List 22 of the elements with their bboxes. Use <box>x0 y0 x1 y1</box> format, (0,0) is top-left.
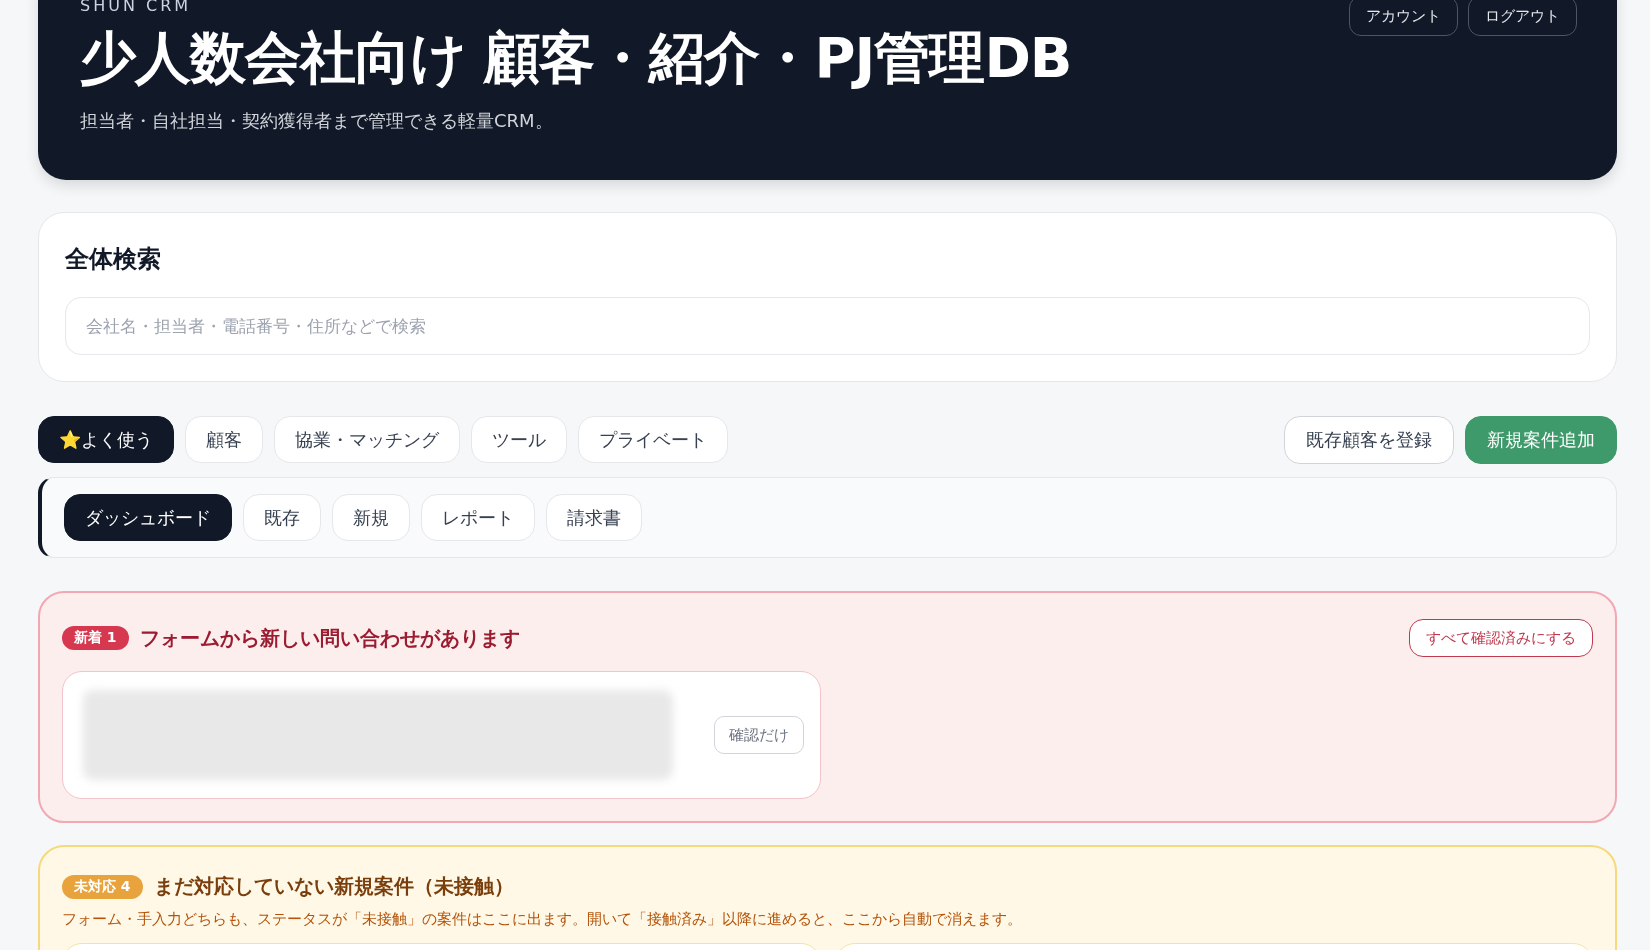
mark-all-read-button[interactable]: すべて確認済みにする <box>1409 619 1593 657</box>
sub-tab[interactable]: 新規 <box>332 494 410 541</box>
category-tab[interactable]: ⭐よく使う <box>38 416 174 463</box>
category-tab[interactable]: 協業・マッチング <box>274 416 460 463</box>
sub-tab[interactable]: 請求書 <box>546 494 642 541</box>
alert-title: まだ対応していない新規案件（未接触） <box>153 873 514 900</box>
page-title: 少人数会社向け 顧客・紹介・PJ管理DB <box>80 24 1072 92</box>
alert-title: フォームから新しい問い合わせがあります <box>139 624 520 652</box>
sub-tab[interactable]: 既存 <box>243 494 321 541</box>
count-badge: 新着 1 <box>62 626 129 650</box>
category-tab[interactable]: ツール <box>471 416 567 463</box>
search-field[interactable]: 会社名・担当者・電話番号・住所などで検索 <box>65 297 1590 355</box>
alert-description: フォーム・手入力どちらも、ステータスが「未接触」の案件はここに出ます。開いて「接触済み」以降に進めると、ここから自動で消えます。 <box>62 910 1023 929</box>
page-subtitle: 担当者・自社担当・契約獲得者まで管理できる軽量CRM。 <box>80 109 554 133</box>
sub-tab[interactable]: レポート <box>421 494 535 541</box>
sub-tab[interactable]: ダッシュボード <box>64 494 232 541</box>
search-heading: 全体検索 <box>65 244 162 275</box>
count-badge: 未対応 4 <box>62 874 143 899</box>
category-tab[interactable]: 顧客 <box>185 416 263 463</box>
confirm-button[interactable]: 確認だけ <box>713 716 804 754</box>
register-button[interactable]: 既存顧客を登録 <box>1284 416 1454 464</box>
category-tab[interactable]: プライベート <box>578 416 728 463</box>
